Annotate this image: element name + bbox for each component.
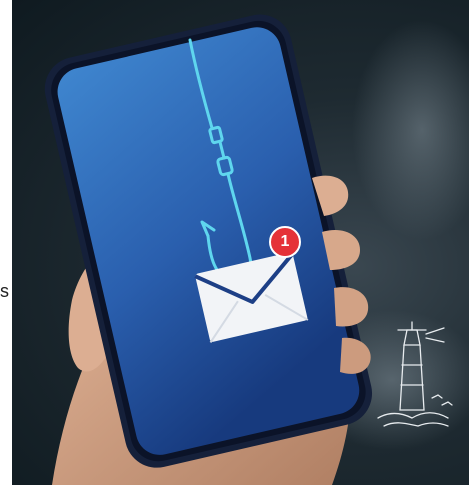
photo-illustration bbox=[44, 14, 469, 485]
notification-count: 1 bbox=[280, 233, 290, 250]
edge-text: s bbox=[0, 281, 9, 301]
background-blur bbox=[352, 20, 469, 240]
image-canvas: s 1 bbox=[0, 0, 469, 485]
phishing-photo: 1 bbox=[12, 0, 469, 485]
